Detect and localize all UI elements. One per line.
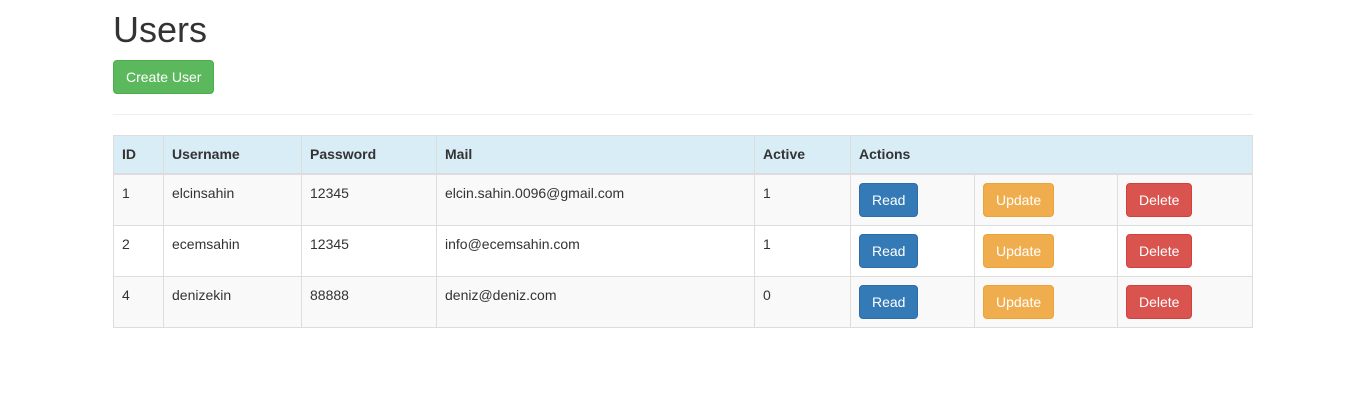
read-button[interactable]: Read — [859, 233, 919, 268]
cell-mail: elcin.sahin.0096@gmail.com — [436, 173, 755, 226]
header-id: ID — [113, 135, 164, 175]
table-row: 1 elcinsahin 12345 elcin.sahin.0096@gmai… — [113, 173, 1253, 226]
cell-update: Update — [974, 275, 1118, 328]
update-button[interactable]: Update — [983, 284, 1055, 319]
table-row: 2 ecemsahin 12345 info@ecemsahin.com 1 R… — [113, 224, 1253, 277]
cell-id: 1 — [113, 173, 164, 226]
cell-active: 0 — [754, 275, 851, 328]
cell-update: Update — [974, 173, 1118, 226]
create-user-button[interactable]: Create User — [113, 60, 215, 94]
cell-delete: Delete — [1117, 173, 1253, 226]
cell-update: Update — [974, 224, 1118, 277]
cell-id: 4 — [113, 275, 164, 328]
cell-read: Read — [850, 173, 975, 226]
header-active: Active — [754, 135, 851, 175]
cell-password: 12345 — [301, 173, 437, 226]
users-table: ID Username Password Mail Active Actions… — [113, 135, 1253, 328]
delete-button[interactable]: Delete — [1126, 284, 1193, 319]
cell-active: 1 — [754, 224, 851, 277]
cell-password: 88888 — [301, 275, 437, 328]
table-header-row: ID Username Password Mail Active Actions — [113, 135, 1253, 175]
cell-read: Read — [850, 224, 975, 277]
cell-read: Read — [850, 275, 975, 328]
table-row: 4 denizekin 88888 deniz@deniz.com 0 Read… — [113, 275, 1253, 328]
cell-username: ecemsahin — [163, 224, 302, 277]
cell-mail: info@ecemsahin.com — [436, 224, 755, 277]
delete-button[interactable]: Delete — [1126, 182, 1193, 217]
divider — [113, 114, 1253, 115]
header-actions: Actions — [850, 135, 1253, 175]
cell-password: 12345 — [301, 224, 437, 277]
cell-username: elcinsahin — [163, 173, 302, 226]
cell-delete: Delete — [1117, 275, 1253, 328]
delete-button[interactable]: Delete — [1126, 233, 1193, 268]
read-button[interactable]: Read — [859, 182, 919, 217]
cell-id: 2 — [113, 224, 164, 277]
header-mail: Mail — [436, 135, 755, 175]
update-button[interactable]: Update — [983, 233, 1055, 268]
users-page: Users Create User ID Username Password M… — [113, 0, 1253, 328]
cell-mail: deniz@deniz.com — [436, 275, 755, 328]
cell-username: denizekin — [163, 275, 302, 328]
page-title: Users — [113, 9, 208, 50]
header-password: Password — [301, 135, 437, 175]
read-button[interactable]: Read — [859, 284, 919, 319]
cell-active: 1 — [754, 173, 851, 226]
update-button[interactable]: Update — [983, 182, 1055, 217]
cell-delete: Delete — [1117, 224, 1253, 277]
header-username: Username — [163, 135, 302, 175]
